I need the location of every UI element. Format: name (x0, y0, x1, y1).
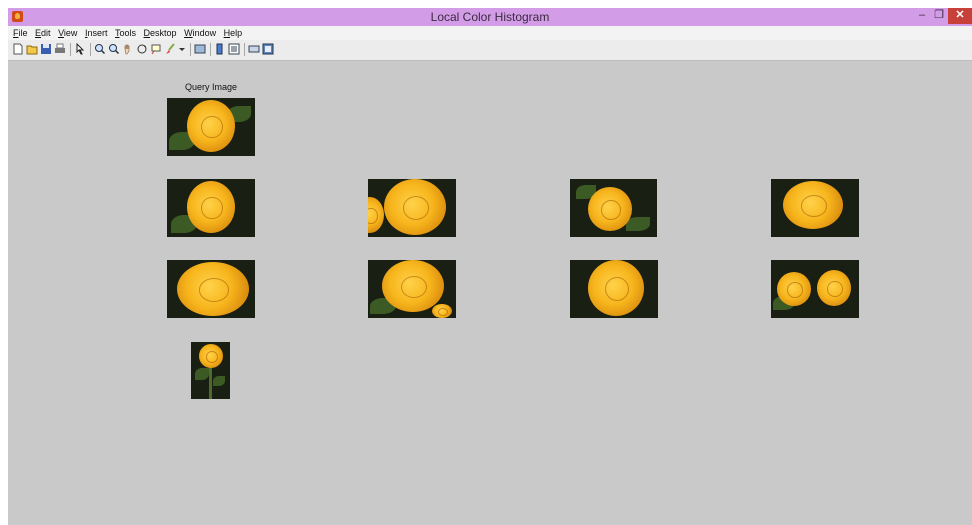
data-cursor-icon[interactable] (150, 43, 162, 55)
close-button[interactable]: ✕ (948, 8, 972, 24)
menu-view[interactable]: View (58, 26, 77, 40)
brush-dropdown-icon[interactable] (178, 43, 186, 55)
zoom-out-icon[interactable] (108, 43, 120, 55)
menu-window[interactable]: Window (184, 26, 216, 40)
menu-bar: File Edit View Insert Tools Desktop Wind… (8, 26, 972, 40)
show-plot-tools-icon[interactable] (262, 43, 274, 55)
result-image-7 (570, 260, 658, 318)
zoom-in-icon[interactable] (94, 43, 106, 55)
toolbar-separator (90, 43, 91, 56)
toolbar-separator (244, 43, 245, 56)
result-image-4 (771, 179, 859, 237)
link-plot-icon[interactable] (194, 43, 206, 55)
menu-tools[interactable]: Tools (115, 26, 136, 40)
menu-file[interactable]: File (13, 26, 28, 40)
insert-colorbar-icon[interactable] (214, 43, 226, 55)
hide-plot-tools-icon[interactable] (248, 43, 260, 55)
toolbar-separator (190, 43, 191, 56)
pan-icon[interactable] (122, 43, 134, 55)
query-image (167, 98, 255, 156)
open-file-icon[interactable] (26, 43, 38, 55)
result-image-5 (167, 260, 255, 318)
title-bar[interactable]: Local Color Histogram – ❐ ✕ (8, 8, 972, 26)
result-image-6 (368, 260, 456, 318)
save-icon[interactable] (40, 43, 52, 55)
result-image-8 (771, 260, 859, 318)
result-image-2 (368, 179, 456, 237)
insert-legend-icon[interactable] (228, 43, 240, 55)
maximize-button[interactable]: ❐ (931, 8, 947, 24)
result-image-1 (167, 179, 255, 237)
toolbar-separator (70, 43, 71, 56)
menu-desktop[interactable]: Desktop (144, 26, 177, 40)
menu-insert[interactable]: Insert (85, 26, 108, 40)
new-figure-icon[interactable] (12, 43, 24, 55)
menu-edit[interactable]: Edit (35, 26, 51, 40)
menu-help[interactable]: Help (224, 26, 243, 40)
result-image-3 (570, 179, 657, 237)
figure-toolbar (8, 40, 972, 61)
query-image-label: Query Image (184, 82, 238, 92)
window-title: Local Color Histogram (430, 10, 550, 24)
edit-plot-arrow-icon[interactable] (74, 43, 86, 55)
minimize-button[interactable]: – (914, 8, 930, 24)
print-icon[interactable] (54, 43, 66, 55)
result-image-9 (191, 342, 230, 399)
brush-icon[interactable] (164, 43, 176, 55)
figure-window: Local Color Histogram – ❐ ✕ File Edit Vi… (8, 8, 972, 525)
rotate-3d-icon[interactable] (136, 43, 148, 55)
toolbar-separator (210, 43, 211, 56)
